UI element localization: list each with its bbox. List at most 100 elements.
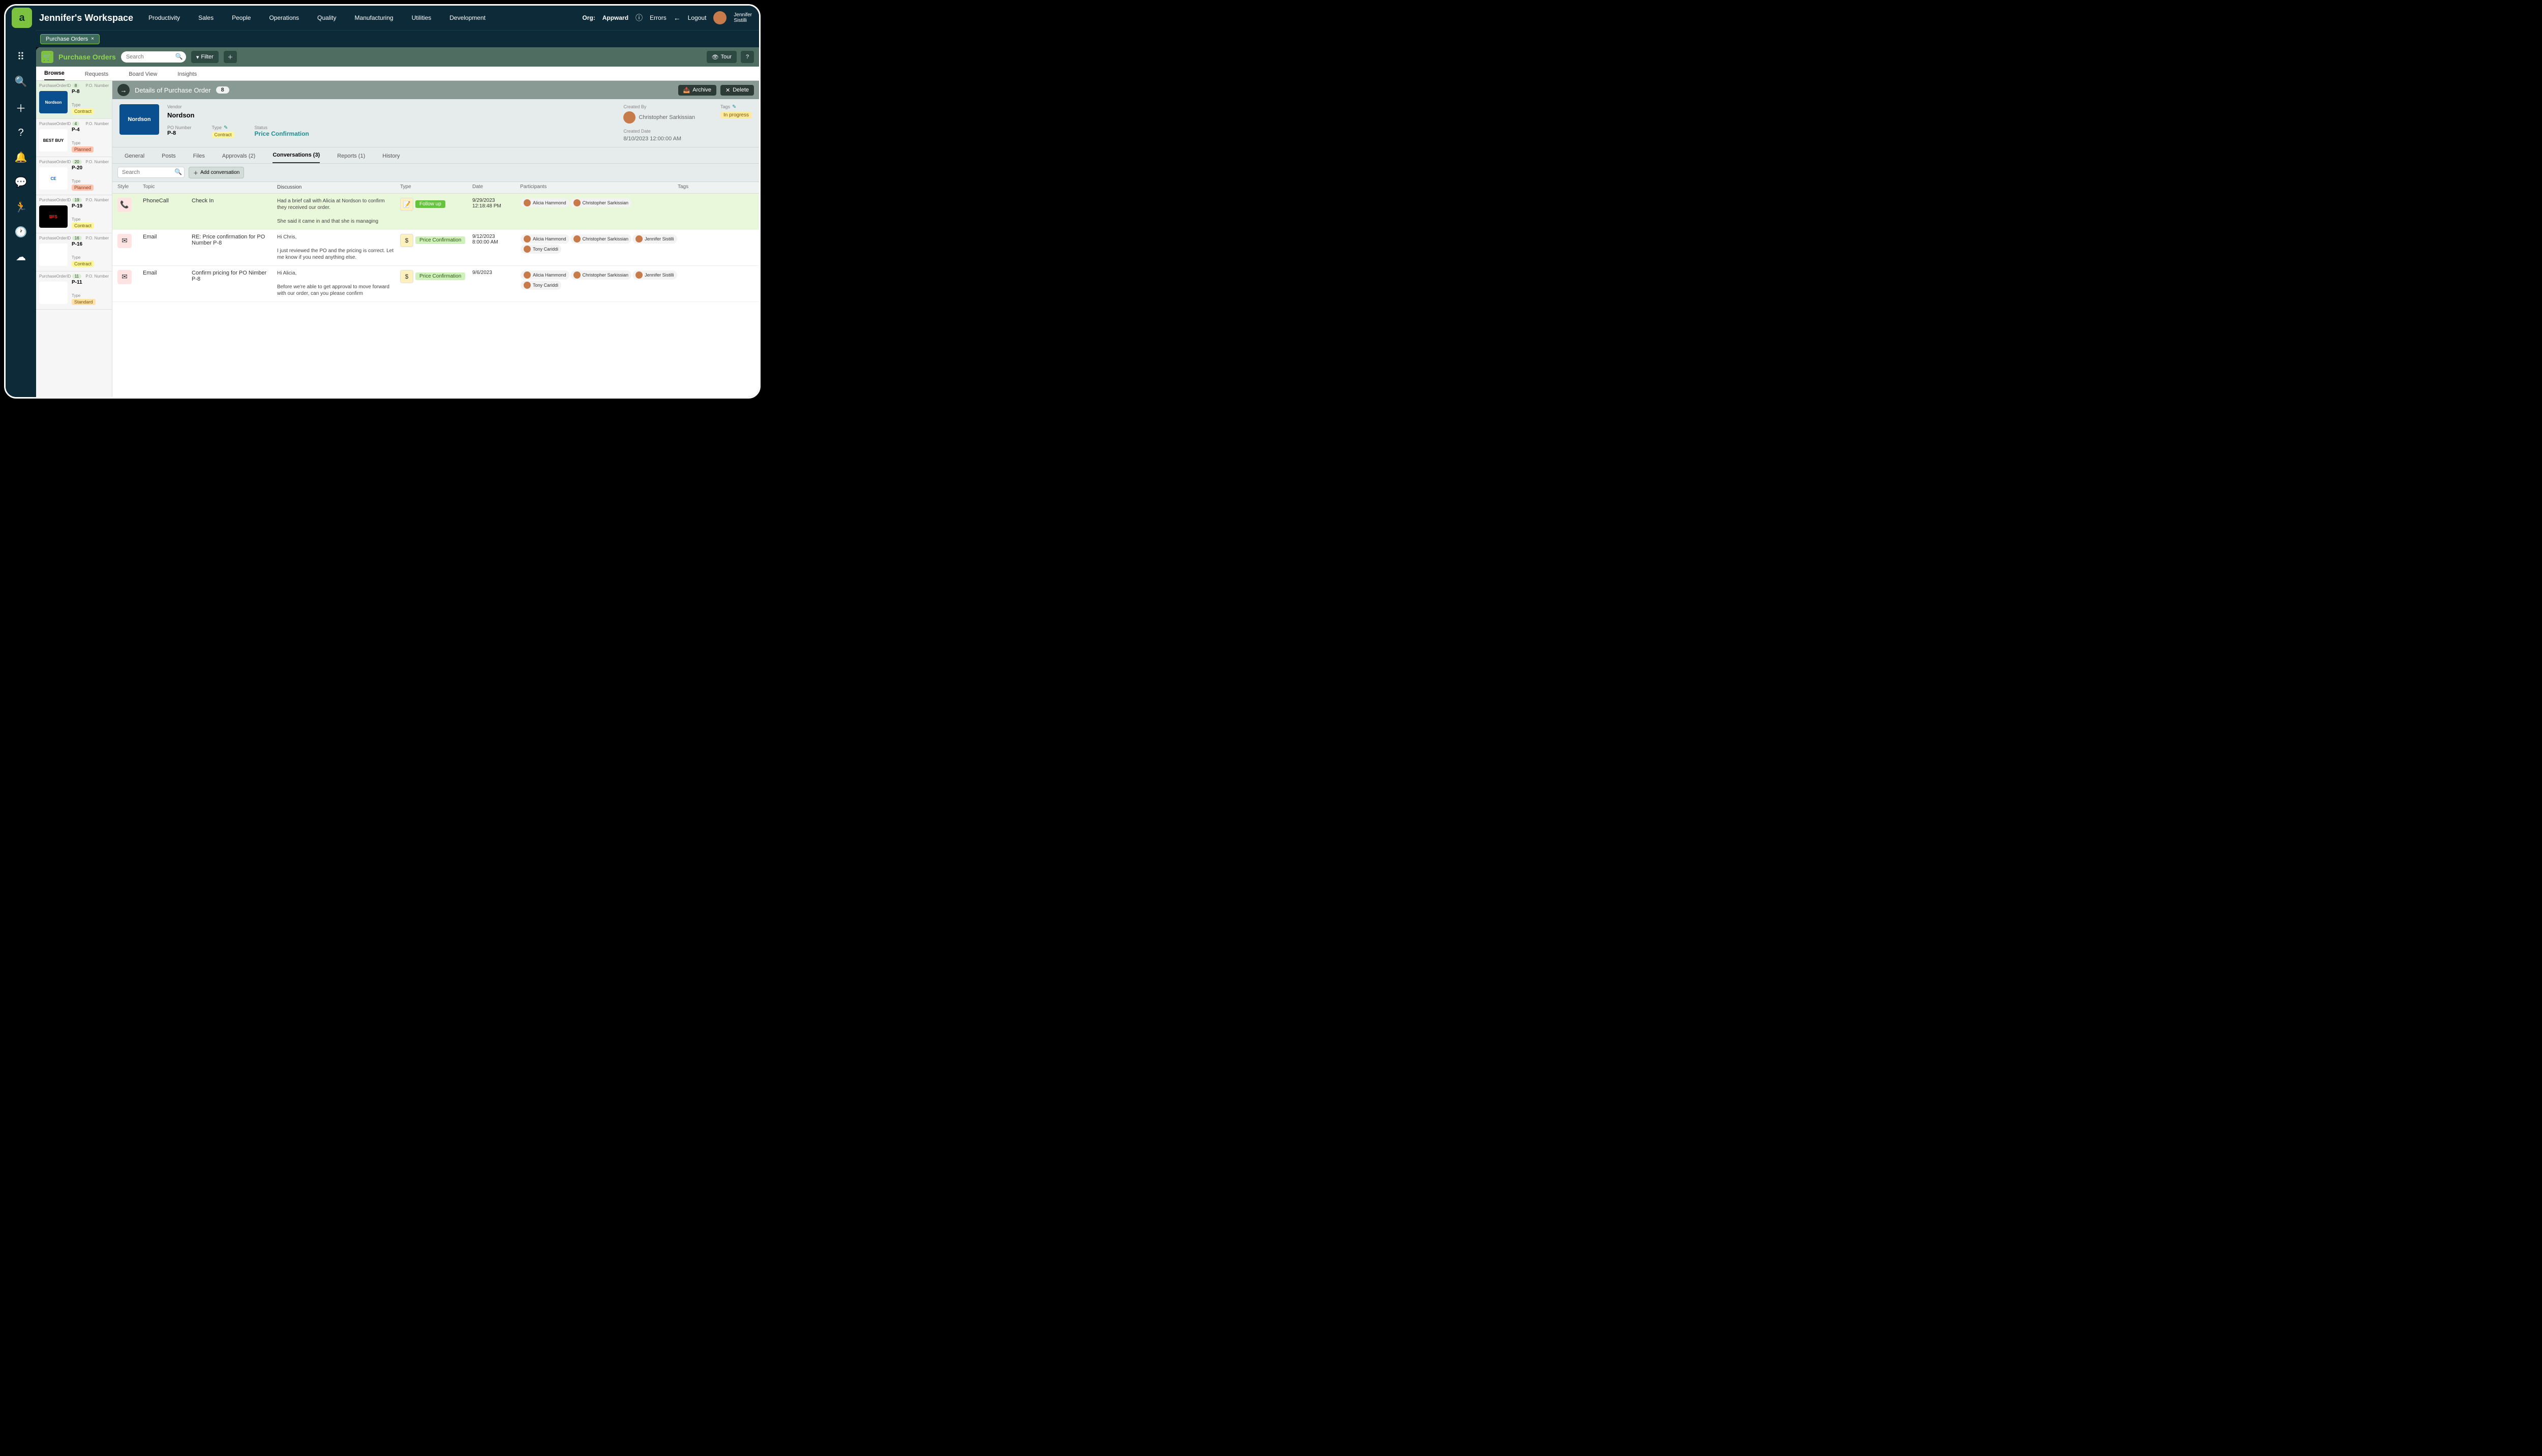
nav-people[interactable]: People	[232, 14, 251, 21]
close-icon[interactable]: ×	[91, 36, 94, 42]
help-icon[interactable]: ?	[18, 127, 23, 139]
conversation-row[interactable]: ✉ Email RE: Price confirmation for PO Nu…	[112, 230, 759, 266]
back-arrow-icon[interactable]: ←	[674, 14, 681, 22]
type-badge: Price Confirmation	[415, 272, 465, 280]
detail-header: → Details of Purchase Order 8 📥 Archive …	[112, 81, 759, 99]
participant-chip: Jennifer Sistilli	[632, 234, 677, 244]
search-icon[interactable]: 🔍	[174, 168, 182, 175]
org-label: Org:	[582, 14, 595, 21]
cloud-upload-icon[interactable]: ☁	[16, 251, 26, 263]
type-icon: $	[400, 270, 413, 283]
detail-tabs: General Posts Files Approvals (2) Conversati…	[112, 147, 759, 164]
org-value[interactable]: Appward	[602, 14, 628, 21]
vendor-name: Nordson	[167, 111, 309, 119]
participant-chip: Christopher Sarkissian	[570, 270, 632, 280]
po-card[interactable]: PurchaseOrderID 8 P.O. Number Nordson P-…	[36, 81, 112, 119]
eye-icon: 👁	[712, 54, 719, 60]
detail-title: Details of Purchase Order	[135, 86, 211, 94]
avatar	[524, 199, 531, 206]
delete-button[interactable]: ✕ Delete	[720, 85, 754, 96]
detail-tab-files[interactable]: Files	[193, 153, 205, 163]
created-date: 8/10/2023 12:00:00 AM	[623, 136, 695, 142]
tour-button[interactable]: 👁 Tour	[707, 51, 737, 63]
logout-link[interactable]: Logout	[688, 14, 707, 21]
avatar	[636, 235, 643, 242]
help-button[interactable]: ?	[741, 51, 754, 63]
vendor-thumb	[39, 244, 68, 266]
nav-quality[interactable]: Quality	[317, 14, 336, 21]
list-tab-requests[interactable]: Requests	[85, 71, 108, 80]
avatar	[636, 271, 643, 279]
detail-tab-conversations[interactable]: Conversations (3)	[273, 152, 320, 163]
filter-button[interactable]: ▾ Filter	[191, 51, 219, 63]
conversation-row[interactable]: ✉ Email Confirm pricing for PO Nimber P-…	[112, 266, 759, 302]
detail-tab-history[interactable]: History	[382, 153, 400, 163]
avatar	[524, 246, 531, 253]
activity-icon[interactable]: 🏃	[15, 201, 27, 214]
vendor-thumb: Nordson	[39, 91, 68, 113]
detail-pane: → Details of Purchase Order 8 📥 Archive …	[112, 81, 759, 397]
top-nav: Productivity Sales People Operations Quality…	[148, 14, 486, 21]
add-button[interactable]: ＋	[224, 51, 237, 63]
avatar	[573, 235, 581, 242]
user-name: Jennifer Sistilli	[734, 12, 752, 23]
app-title: Purchase Orders	[58, 53, 116, 61]
avatar	[524, 235, 531, 242]
conversation-toolbar: 🔍 ＋ Add conversation	[112, 164, 759, 182]
collapse-icon[interactable]: →	[117, 84, 130, 96]
nav-development[interactable]: Development	[449, 14, 486, 21]
participant-chip: Tony Cariddi	[521, 281, 561, 290]
po-card[interactable]: PurchaseOrderID 19 P.O. Number BFS P-19 …	[36, 195, 112, 233]
po-card[interactable]: PurchaseOrderID 11 P.O. Number P-11 Type…	[36, 271, 112, 310]
detail-tab-posts[interactable]: Posts	[162, 153, 176, 163]
list-tab-board-view[interactable]: Board View	[129, 71, 157, 80]
participant-chip: Alicia Hammond	[521, 234, 569, 244]
chat-icon[interactable]: 💬	[15, 176, 27, 189]
conversation-row[interactable]: 📞 PhoneCall Check In Had a brief call wi…	[112, 194, 759, 230]
add-conversation-button[interactable]: ＋ Add conversation	[189, 167, 244, 178]
nav-utilities[interactable]: Utilities	[412, 14, 432, 21]
open-tabs: Purchase Orders ×	[36, 30, 759, 47]
type-icon: 📝	[400, 198, 413, 211]
list-tab-browse[interactable]: Browse	[44, 70, 65, 80]
detail-meta: Nordson Vendor Nordson PO Number P-8	[112, 99, 759, 147]
notifications-icon[interactable]: 🔔	[15, 151, 27, 164]
po-card[interactable]: PurchaseOrderID 4 P.O. Number BEST BUY P…	[36, 119, 112, 157]
add-icon[interactable]: ＋	[16, 100, 26, 115]
created-by: Christopher Sarkissian	[623, 111, 695, 124]
detail-count: 8	[216, 86, 229, 94]
edit-icon[interactable]: ✎	[732, 104, 736, 110]
search-icon[interactable]: 🔍	[175, 53, 183, 60]
detail-tab-reports[interactable]: Reports (1)	[337, 153, 365, 163]
participant-chip: Christopher Sarkissian	[570, 198, 632, 207]
archive-icon: 📥	[683, 87, 690, 94]
archive-button[interactable]: 📥 Archive	[678, 85, 716, 96]
phone-icon: 📞	[117, 198, 132, 212]
info-icon[interactable]: ⓘ	[636, 13, 643, 23]
tab-purchase-orders[interactable]: Purchase Orders ×	[40, 34, 100, 44]
participant-chip: Alicia Hammond	[521, 198, 569, 207]
nav-sales[interactable]: Sales	[198, 14, 214, 21]
po-card[interactable]: PurchaseOrderID 20 P.O. Number CE P-20 T…	[36, 157, 112, 195]
errors-link[interactable]: Errors	[650, 14, 667, 21]
tag-chip: In progress	[720, 112, 752, 118]
nav-manufacturing[interactable]: Manufacturing	[355, 14, 394, 21]
user-avatar[interactable]	[713, 11, 727, 24]
po-card[interactable]: PurchaseOrderID 16 P.O. Number P-16 Type…	[36, 233, 112, 271]
avatar	[524, 282, 531, 289]
close-icon: ✕	[725, 87, 730, 94]
search-icon[interactable]: 🔍	[15, 75, 27, 88]
list-tab-insights[interactable]: Insights	[177, 71, 197, 80]
nav-operations[interactable]: Operations	[269, 14, 299, 21]
clock-icon[interactable]: 🕐	[15, 226, 27, 238]
detail-tab-general[interactable]: General	[125, 153, 144, 163]
conversation-table: Style Topic Discussion Type Date Partici…	[112, 182, 759, 397]
app-logo[interactable]: a	[12, 8, 32, 28]
po-list[interactable]: PurchaseOrderID 8 P.O. Number Nordson P-…	[36, 81, 112, 397]
apps-grid-icon[interactable]: ⠿	[17, 50, 25, 63]
detail-tab-approvals[interactable]: Approvals (2)	[222, 153, 255, 163]
edit-icon[interactable]: ✎	[224, 125, 228, 131]
nav-productivity[interactable]: Productivity	[148, 14, 180, 21]
left-rail: ⠿ 🔍 ＋ ? 🔔 💬 🏃 🕐 ☁	[6, 30, 36, 397]
vendor-logo: Nordson	[119, 104, 159, 135]
